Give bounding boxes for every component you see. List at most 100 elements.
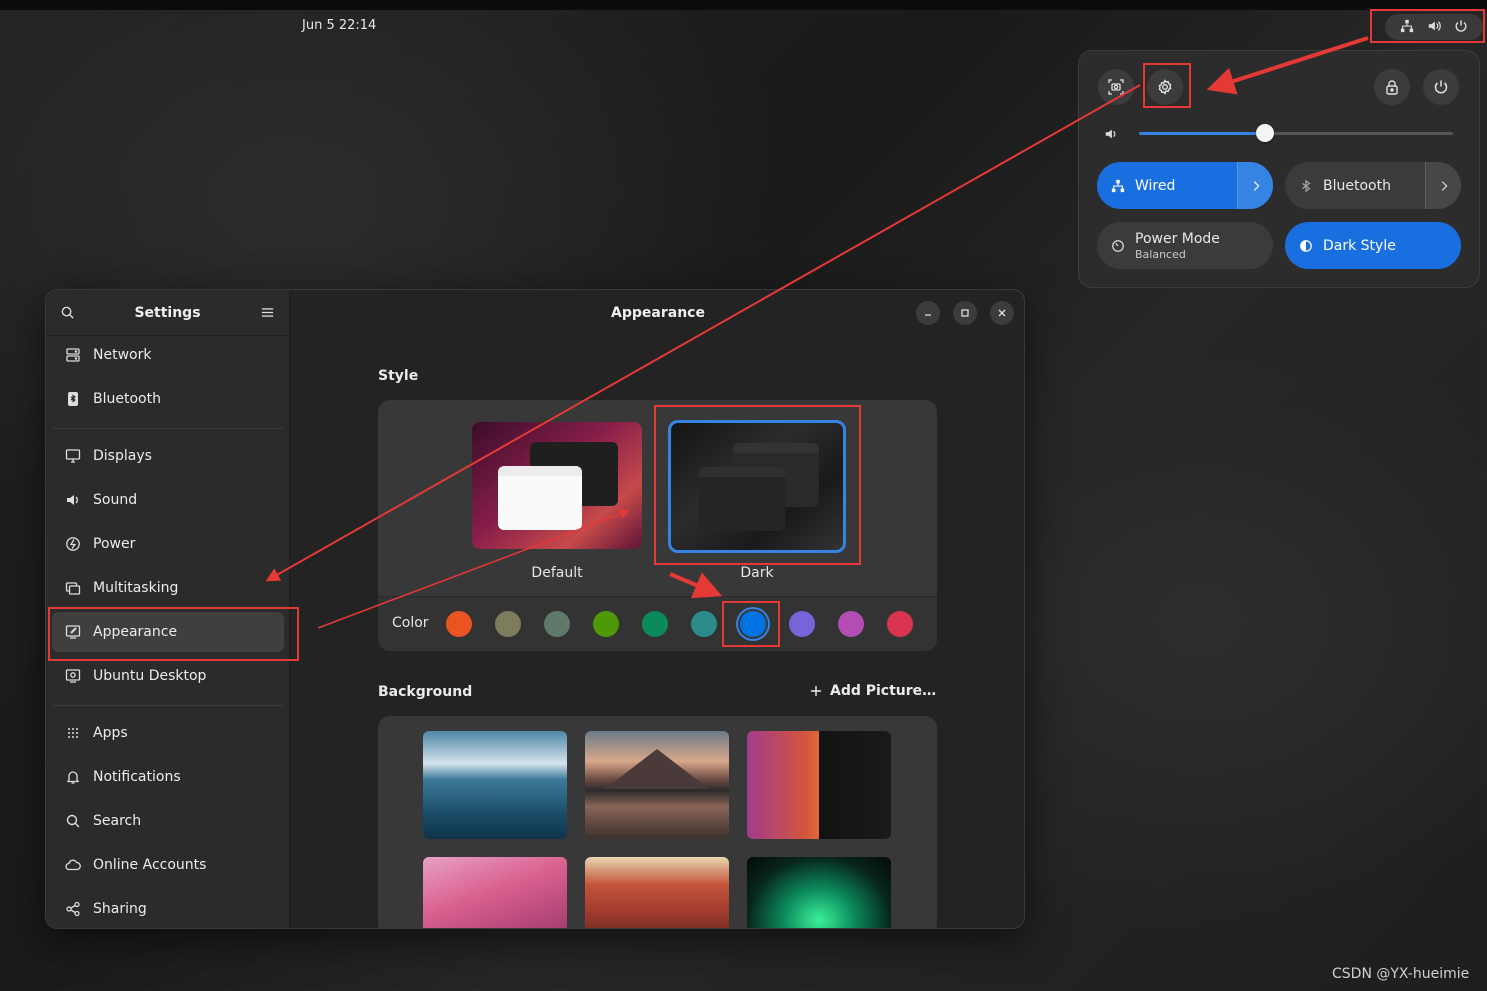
- accent-color-swatch[interactable]: [642, 611, 668, 637]
- sidebar-item-label: Online Accounts: [93, 857, 207, 873]
- wallpaper-thumbnail-pink[interactable]: [423, 857, 567, 928]
- screenshot-button[interactable]: [1098, 69, 1134, 105]
- volume-icon: [1105, 129, 1116, 139]
- sidebar-item-sound[interactable]: Sound: [52, 480, 284, 520]
- accent-color-row: Color: [378, 596, 937, 651]
- watermark: CSDN @YX-hueimie: [1332, 966, 1470, 982]
- bluetooth-icon: [68, 392, 78, 406]
- settings-window: Settings Network Bluetooth Displays Soun…: [45, 289, 1025, 929]
- sidebar-item-label: Displays: [93, 448, 152, 464]
- settings-sidebar: Settings Network Bluetooth Displays Soun…: [46, 290, 290, 928]
- bell-icon: [66, 771, 80, 784]
- search-icon[interactable]: [60, 305, 75, 320]
- chevron-right-icon: [1441, 180, 1447, 191]
- hamburger-menu-icon[interactable]: [260, 305, 275, 320]
- wallpaper-thumbnail-aurora[interactable]: [747, 857, 891, 928]
- style-default-label: Default: [531, 565, 583, 581]
- lock-icon: [1386, 80, 1398, 95]
- dark-style-toggle[interactable]: Dark Style: [1285, 222, 1461, 269]
- dark-style-label: Dark Style: [1323, 237, 1396, 254]
- power-off-button[interactable]: [1423, 69, 1459, 105]
- maximize-icon: [961, 309, 969, 317]
- accent-color-swatch[interactable]: [544, 611, 570, 637]
- sidebar-item-appearance[interactable]: Appearance: [52, 612, 284, 652]
- sidebar-item-online-accounts[interactable]: Online Accounts: [52, 845, 284, 885]
- sidebar-title: Settings: [134, 304, 201, 321]
- volume-slider-fill: [1139, 132, 1265, 135]
- accent-color-swatch[interactable]: [838, 611, 864, 637]
- maximize-button[interactable]: [953, 301, 977, 325]
- sidebar-item-label: Bluetooth: [93, 391, 161, 407]
- display-icon: [65, 449, 81, 463]
- appearance-icon: [65, 625, 81, 639]
- sidebar-item-network[interactable]: Network: [52, 335, 284, 375]
- sidebar-item-power[interactable]: Power: [52, 524, 284, 564]
- dark-style-icon: [1300, 239, 1312, 252]
- accent-color-swatch[interactable]: [887, 611, 913, 637]
- sidebar-item-bluetooth[interactable]: Bluetooth: [52, 379, 284, 419]
- wired-label: Wired: [1135, 177, 1176, 194]
- sidebar-item-apps[interactable]: Apps: [52, 713, 284, 753]
- volume-slider[interactable]: [1139, 124, 1453, 142]
- sidebar-item-sharing[interactable]: Sharing: [52, 889, 284, 928]
- bluetooth-label: Bluetooth: [1323, 177, 1391, 194]
- wallpaper-thumbnail-mountain[interactable]: [585, 731, 729, 839]
- bluetooth-toggle[interactable]: Bluetooth: [1285, 162, 1461, 209]
- clock[interactable]: Jun 5 22:14: [302, 18, 376, 33]
- gear-icon: [1158, 79, 1172, 95]
- sidebar-item-label: Apps: [93, 725, 128, 741]
- power-mode-sub: Balanced: [1135, 247, 1186, 261]
- system-tray[interactable]: [1385, 14, 1483, 40]
- sidebar-item-label: Power: [93, 536, 136, 552]
- accent-color-swatch[interactable]: [789, 611, 815, 637]
- style-dark-label: Dark: [740, 565, 774, 581]
- ubuntu-desktop-icon: [65, 669, 81, 683]
- style-option-default[interactable]: [472, 422, 642, 549]
- close-button[interactable]: [990, 301, 1014, 325]
- background-card: [378, 716, 937, 928]
- accent-color-swatch[interactable]: [691, 611, 717, 637]
- wallpaper-thumbnail-clouds[interactable]: [423, 731, 567, 839]
- power-mode-toggle[interactable]: Power Mode Balanced: [1097, 222, 1273, 269]
- settings-button[interactable]: [1147, 69, 1183, 105]
- sidebar-separator: [52, 705, 284, 706]
- share-icon: [66, 901, 80, 917]
- sidebar-item-notifications[interactable]: Notifications: [52, 757, 284, 797]
- sidebar-item-label: Network: [93, 347, 152, 363]
- apps-grid-icon: [68, 728, 78, 738]
- sidebar-item-multitasking[interactable]: Multitasking: [52, 568, 284, 608]
- style-card: Default Dark Color: [378, 400, 937, 651]
- sidebar-item-label: Notifications: [93, 769, 181, 785]
- wallpaper-thumbnail-numbat[interactable]: [747, 731, 891, 839]
- sidebar-item-displays[interactable]: Displays: [52, 436, 284, 476]
- sidebar-item-search[interactable]: Search: [52, 801, 284, 841]
- cloud-icon: [65, 859, 81, 871]
- style-section-title: Style: [378, 368, 419, 384]
- accent-color-swatch[interactable]: [495, 611, 521, 637]
- power-icon: [1434, 80, 1448, 94]
- lock-button[interactable]: [1374, 69, 1410, 105]
- bluetooth-icon: [1302, 179, 1311, 192]
- add-picture-button[interactable]: Add Picture…: [810, 683, 936, 699]
- minimize-button[interactable]: [916, 301, 940, 325]
- wallpaper-thumbnail-desert[interactable]: [585, 857, 729, 928]
- sidebar-header: Settings: [46, 290, 289, 336]
- volume-icon: [1427, 18, 1441, 37]
- top-bar: [0, 0, 1487, 10]
- sidebar-separator: [52, 428, 284, 429]
- preview-window-front: [498, 466, 582, 530]
- style-option-dark[interactable]: [668, 420, 846, 553]
- screenshot-icon: [1108, 79, 1124, 95]
- volume-slider-knob[interactable]: [1255, 124, 1274, 142]
- accent-color-swatch[interactable]: [446, 611, 472, 637]
- wired-toggle[interactable]: Wired: [1097, 162, 1273, 209]
- preview-window-front: [699, 467, 785, 531]
- appearance-page: Appearance Style Default Dark Color Back…: [290, 290, 1024, 928]
- sidebar-item-label: Sound: [93, 492, 138, 508]
- power-mode-label: Power Mode: [1135, 230, 1220, 247]
- accent-color-swatch[interactable]: [740, 611, 766, 637]
- sidebar-item-ubuntu-desktop[interactable]: Ubuntu Desktop: [52, 656, 284, 696]
- chevron-right-icon: [1253, 180, 1259, 191]
- accent-color-swatch[interactable]: [593, 611, 619, 637]
- speaker-icon: [67, 495, 78, 505]
